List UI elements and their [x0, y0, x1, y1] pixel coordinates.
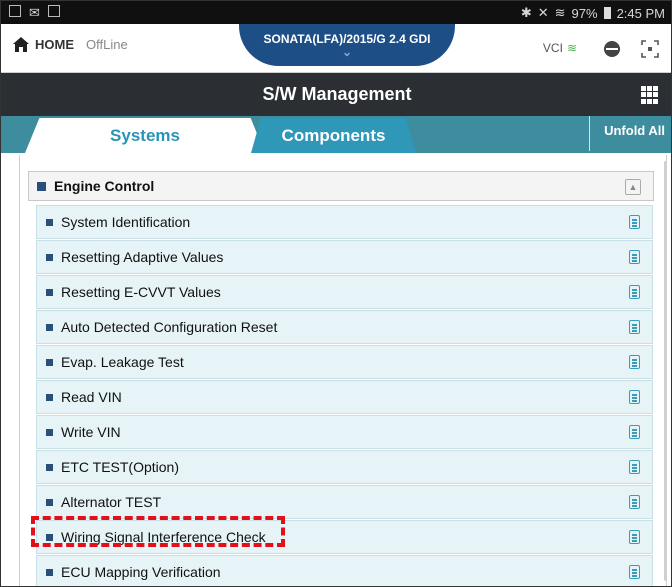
list-item[interactable]: ECU Mapping Verification — [36, 555, 653, 586]
bullet-icon — [46, 568, 53, 576]
list-item[interactable]: Read VIN — [36, 380, 653, 414]
highlight-box — [31, 516, 285, 547]
list-item[interactable]: Alternator TEST — [36, 485, 653, 519]
list-item-label: Evap. Leakage Test — [61, 354, 184, 370]
document-icon[interactable] — [629, 285, 640, 299]
bullet-icon — [46, 498, 53, 506]
document-icon[interactable] — [629, 565, 640, 579]
list-item-label: Auto Detected Configuration Reset — [61, 319, 278, 335]
bullet-icon — [46, 393, 53, 401]
list-item[interactable]: Evap. Leakage Test — [36, 345, 653, 379]
chevron-down-icon: ⌄ — [341, 45, 353, 59]
home-icon — [13, 37, 29, 52]
bullet-icon — [37, 181, 46, 191]
tab-bar: Systems Components Unfold All — [1, 116, 671, 153]
bullet-icon — [46, 428, 53, 436]
scrollbar[interactable] — [664, 161, 667, 581]
bullet-icon — [46, 253, 53, 261]
status-right: ✱ ✕ ≋ 97% 2:45 PM — [521, 5, 665, 21]
group-header-engine-control[interactable]: Engine Control ▲ — [28, 171, 654, 201]
vci-wifi-icon: ≋ — [566, 41, 577, 55]
document-icon[interactable] — [629, 320, 640, 334]
list-item-label: System Identification — [61, 214, 191, 230]
list-item-label: Read VIN — [61, 389, 122, 405]
connect-icon[interactable] — [601, 38, 623, 60]
home-button[interactable]: HOME OffLine — [13, 37, 128, 52]
list-item-label: Alternator TEST — [61, 494, 162, 510]
group-label: Engine Control — [54, 178, 155, 194]
status-left-icons: ✉ — [9, 5, 60, 21]
list-item-label: Resetting E-CVVT Values — [61, 284, 221, 300]
list-item[interactable]: Auto Detected Configuration Reset — [36, 310, 653, 344]
collapse-up-icon[interactable]: ▲ — [625, 179, 641, 195]
document-icon[interactable] — [629, 390, 640, 404]
offline-label: OffLine — [86, 37, 128, 52]
wifi-icon: ≋ — [554, 5, 566, 20]
mute-icon: ✕ — [537, 5, 549, 20]
status-time: 2:45 PM — [616, 5, 665, 21]
document-icon[interactable] — [629, 460, 640, 474]
top-toolbar: HOME OffLine SONATA(LFA)/2015/G 2.4 GDI … — [1, 24, 671, 73]
vci-status[interactable]: VCI ≋ — [543, 41, 577, 55]
bullet-icon — [46, 358, 53, 366]
unfold-all-button[interactable]: Unfold All — [589, 116, 665, 151]
bullet-icon — [46, 288, 53, 296]
tab-components[interactable]: Components — [251, 118, 416, 153]
list-item[interactable]: Resetting Adaptive Values — [36, 240, 653, 274]
battery-percent: 97% — [571, 5, 598, 21]
app-window: ✉ ✱ ✕ ≋ 97% 2:45 PM HOME OffLine SONATA(… — [0, 0, 672, 587]
list-item-label: Write VIN — [61, 424, 121, 440]
page-title: S/W Management — [262, 84, 412, 104]
list-item-label: ETC TEST(Option) — [61, 459, 179, 475]
list-item[interactable]: Resetting E-CVVT Values — [36, 275, 653, 309]
capture-icon[interactable] — [639, 38, 661, 60]
document-icon[interactable] — [629, 495, 640, 509]
tab-systems[interactable]: Systems — [25, 118, 265, 153]
list-item[interactable]: System Identification — [36, 205, 653, 239]
bullet-icon — [46, 463, 53, 471]
notification-icon: ✉ — [29, 5, 40, 20]
list-item-label: ECU Mapping Verification — [61, 564, 221, 580]
status-bar: ✉ ✱ ✕ ≋ 97% 2:45 PM — [1, 1, 671, 24]
document-icon[interactable] — [629, 250, 640, 264]
vci-label: VCI — [542, 41, 563, 55]
document-icon[interactable] — [629, 355, 640, 369]
vehicle-label: SONATA(LFA)/2015/G 2.4 GDI — [263, 32, 431, 46]
document-icon[interactable] — [629, 530, 640, 544]
bluetooth-icon: ✱ — [520, 5, 532, 20]
home-label: HOME — [35, 37, 74, 52]
grid-menu-icon[interactable] — [641, 86, 659, 104]
document-icon[interactable] — [629, 215, 640, 229]
page-header: S/W Management — [1, 73, 671, 116]
list-item-label: Resetting Adaptive Values — [61, 249, 224, 265]
list-item[interactable]: ETC TEST(Option) — [36, 450, 653, 484]
document-icon[interactable] — [629, 425, 640, 439]
screenshot-icon — [9, 5, 21, 17]
list-item[interactable]: Write VIN — [36, 415, 653, 449]
bullet-icon — [46, 218, 53, 226]
vehicle-selector[interactable]: SONATA(LFA)/2015/G 2.4 GDI ⌄ — [239, 24, 455, 66]
battery-icon — [603, 7, 611, 19]
bullet-icon — [46, 323, 53, 331]
app-icon — [47, 5, 60, 17]
